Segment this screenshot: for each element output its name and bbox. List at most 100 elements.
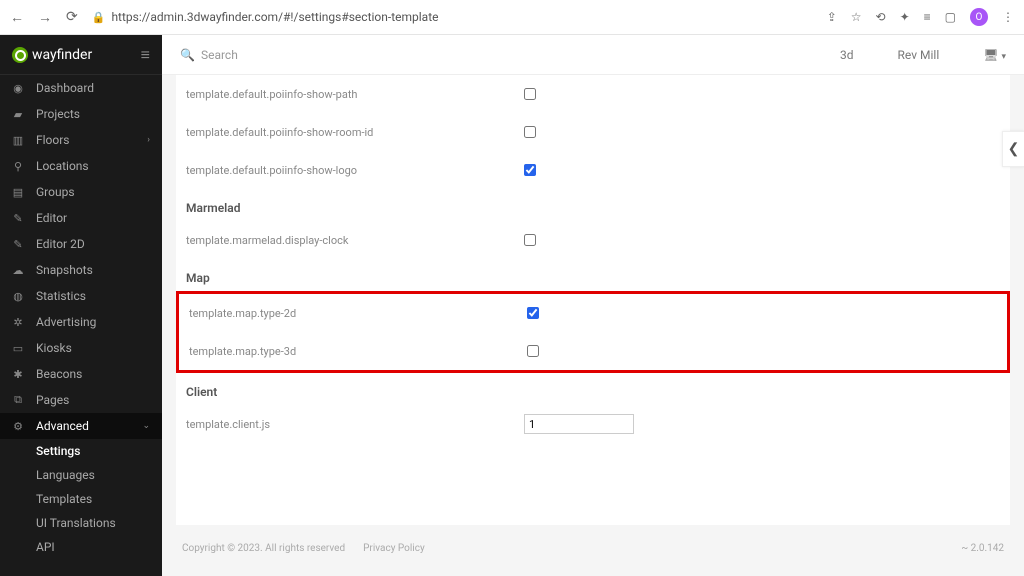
browser-url[interactable]: https://admin.3dwayfinder.com/#!/setting… <box>111 10 826 24</box>
sidebar-item-label: Advertising <box>36 315 96 329</box>
setting-label: template.map.type-2d <box>185 307 527 320</box>
sidebar-icon: ⧉ <box>12 393 24 407</box>
sidebar-icon: ▤ <box>12 186 24 199</box>
sidebar-item-editor[interactable]: ✎Editor <box>0 205 162 231</box>
sidebar-header: wayfinder ≡ <box>0 35 162 75</box>
sidebar-icon: ✲ <box>12 316 24 329</box>
sidebar-item-projects[interactable]: ▰ Projects <box>0 101 162 127</box>
setting-label: template.default.poiinfo-show-room-id <box>182 126 524 139</box>
sidebar-item-label: Statistics <box>36 289 86 303</box>
sidebar-icon: ◉ <box>12 82 24 95</box>
logo[interactable]: wayfinder <box>12 47 92 63</box>
sidebar-subitem-languages[interactable]: Languages <box>0 463 162 487</box>
sidebar-item-label: Beacons <box>36 367 82 381</box>
sidebar-icon: ☁ <box>12 264 24 277</box>
sidebar-icon: ◍ <box>12 290 24 303</box>
sidebar-icon: ⚙ <box>12 420 24 433</box>
footer-version: ~ 2.0.142 <box>961 543 1004 554</box>
sidebar-icon: ✎ <box>12 212 24 225</box>
highlight-map-types: template.map.type-2d template.map.type-3d <box>176 291 1010 373</box>
collapse-panel-icon[interactable]: ❮ <box>1002 131 1024 167</box>
sidebar-item-floors[interactable]: ▥ Floors › <box>0 127 162 153</box>
stop-icon[interactable]: ▢ <box>945 10 956 24</box>
setting-label: template.map.type-3d <box>185 345 527 358</box>
sidebar-item-label: Editor 2D <box>36 237 85 251</box>
footer-privacy-link[interactable]: Privacy Policy <box>363 543 425 554</box>
sidebar-item-label: Pages <box>36 393 69 407</box>
sidebar-item-kiosks[interactable]: ▭ Kiosks <box>0 335 162 361</box>
hamburger-icon[interactable]: ≡ <box>141 45 150 65</box>
sidebar-subitem-api[interactable]: API <box>0 535 162 559</box>
setting-label: template.default.poiinfo-show-path <box>182 88 524 101</box>
sidebar-icon: ▭ <box>12 342 24 355</box>
project-selector[interactable]: 3d <box>840 48 854 62</box>
sidebar-item-pages[interactable]: ⧉ Pages <box>0 387 162 413</box>
sidebar-item-statistics[interactable]: ◍ Statistics <box>0 283 162 309</box>
browser-address-bar: ← → ⟳ 🔒 https://admin.3dwayfinder.com/#!… <box>0 0 1024 35</box>
sidebar-subitem-templates[interactable]: Templates <box>0 487 162 511</box>
setting-checkbox[interactable] <box>524 126 536 138</box>
sidebar-subitem-settings[interactable]: Settings <box>0 439 162 463</box>
settings-panel: template.default.poiinfo-show-path templa… <box>176 75 1010 525</box>
setting-checkbox[interactable] <box>524 164 536 176</box>
sidebar-item-groups[interactable]: ▤ Groups <box>0 179 162 205</box>
chevron-right-icon: › <box>147 135 150 145</box>
sidebar-item-editor-2d[interactable]: ✎Editor 2D <box>0 231 162 257</box>
browser-reload-icon[interactable]: ⟳ <box>66 9 78 25</box>
sidebar-icon: ▰ <box>12 108 24 121</box>
sidebar-item-locations[interactable]: ⚲ Locations <box>0 153 162 179</box>
sidebar-item-label: Floors <box>36 133 70 147</box>
sync-icon[interactable]: ⟲ <box>876 10 886 24</box>
section-map: Map <box>182 259 1004 291</box>
sidebar-item-label: Kiosks <box>36 341 72 355</box>
search-placeholder: Search <box>201 48 238 62</box>
star-icon[interactable]: ☆ <box>851 10 862 24</box>
footer-copyright: Copyright © 2023. All rights reserved <box>182 543 345 554</box>
setting-label: template.client.js <box>182 418 524 431</box>
setting-row: template.default.poiinfo-show-logo <box>182 151 1004 189</box>
sidebar-subitem-ui-translations[interactable]: UI Translations <box>0 511 162 535</box>
setting-row: template.client.js <box>182 405 1004 443</box>
chevron-down-icon: ⌄ <box>142 421 150 431</box>
sidebar-item-label: Advanced <box>36 419 89 433</box>
sidebar-icon: ⚲ <box>12 160 24 173</box>
sidebar-item-label: Snapshots <box>36 263 93 277</box>
sidebar-item-label: Projects <box>36 107 80 121</box>
setting-row: template.map.type-2d <box>185 294 1001 332</box>
setting-text-input[interactable] <box>524 414 634 434</box>
topbar: 🔍 Search 3d Rev Mill 🖥▾ <box>162 35 1024 75</box>
setting-checkbox[interactable] <box>527 307 539 319</box>
browser-back-icon[interactable]: ← <box>10 9 24 26</box>
setting-checkbox[interactable] <box>527 345 539 357</box>
extensions-icon[interactable]: ✦ <box>900 10 910 24</box>
setting-checkbox[interactable] <box>524 88 536 100</box>
list-icon[interactable]: ≡ <box>924 10 931 24</box>
sidebar-icon: ✱ <box>12 368 24 381</box>
browser-nav: ← → ⟳ <box>10 9 78 26</box>
menu-icon[interactable]: ⋮ <box>1002 10 1014 24</box>
sidebar-item-advertising[interactable]: ✲ Advertising <box>0 309 162 335</box>
browser-forward-icon[interactable]: → <box>38 9 52 26</box>
logo-text: wayfinder <box>32 47 92 63</box>
setting-checkbox[interactable] <box>524 234 536 246</box>
setting-row: template.map.type-3d <box>185 332 1001 370</box>
content: template.default.poiinfo-show-path templa… <box>162 75 1024 576</box>
sidebar-icon: ▥ <box>12 134 24 147</box>
sidebar-item-beacons[interactable]: ✱ Beacons <box>0 361 162 387</box>
sidebar-item-dashboard[interactable]: ◉ Dashboard <box>0 75 162 101</box>
section-client: Client <box>182 373 1004 405</box>
setting-label: template.marmelad.display-clock <box>182 234 524 247</box>
sidebar-item-advanced[interactable]: ⚙ Advanced ⌄ <box>0 413 162 439</box>
sidebar-item-label: Groups <box>36 185 75 199</box>
browser-actions: ⇪ ☆ ⟲ ✦ ≡ ▢ O ⋮ <box>827 8 1014 26</box>
profile-avatar[interactable]: O <box>970 8 988 26</box>
sidebar-item-label: Locations <box>36 159 89 173</box>
share-icon[interactable]: ⇪ <box>827 10 837 24</box>
display-icon[interactable]: 🖥▾ <box>983 48 1006 62</box>
sidebar-item-snapshots[interactable]: ☁ Snapshots <box>0 257 162 283</box>
search[interactable]: 🔍 Search <box>180 48 238 62</box>
sidebar-item-label: Dashboard <box>36 81 94 95</box>
sidebar: wayfinder ≡ ◉ Dashboard ▰ Projects ▥ Floors › ⚲… <box>0 35 162 576</box>
user-menu[interactable]: Rev Mill <box>898 48 940 62</box>
lock-icon: 🔒 <box>92 11 106 24</box>
